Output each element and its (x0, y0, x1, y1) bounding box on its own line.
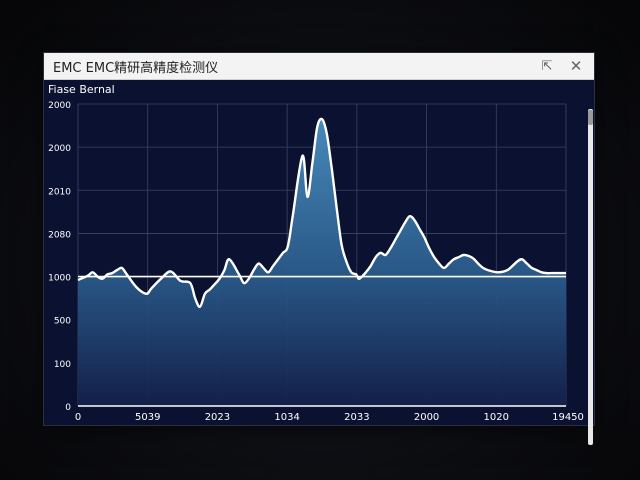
x-tick-label: 1034 (274, 412, 299, 423)
y-tick-label: 100 (54, 360, 71, 370)
area-fill (78, 118, 566, 406)
x-tick-label: 0 (75, 412, 81, 423)
y-tick-label: 2000 (48, 101, 71, 111)
x-tick-label: 5039 (135, 412, 160, 423)
y-tick-label: 500 (54, 317, 71, 327)
window-title: EMC EMC精研高精度检测仪 (53, 60, 219, 76)
chart-title: Fiase Bernal (48, 83, 115, 96)
y-tick-label: 2000 (48, 144, 71, 154)
y-tick-label: 0 (65, 403, 71, 413)
x-tick-label: 2000 (414, 412, 439, 423)
area-chart: Fiase Bernal 0 100 500 1000 2080 2010 2000 2000… (48, 83, 584, 423)
x-tick-label: 19450 (552, 412, 584, 423)
title-bar[interactable]: EMC EMC精研高精度检测仪 ⇱ ✕ (44, 53, 594, 80)
x-tick-label: 1020 (484, 412, 509, 423)
plot-area: Fiase Bernal 0 100 500 1000 2080 2010 2000 2000… (44, 80, 594, 445)
vertical-scrollbar[interactable] (588, 109, 593, 445)
scrollbar-thumb[interactable] (588, 110, 593, 125)
y-tick-label: 2010 (48, 187, 71, 197)
close-icon[interactable]: ✕ (567, 57, 585, 75)
y-tick-label: 2080 (48, 230, 71, 240)
x-tick-label: 2023 (205, 412, 230, 423)
restore-icon[interactable]: ⇱ (538, 57, 556, 75)
y-tick-label: 1000 (48, 274, 71, 284)
x-tick-label: 2033 (344, 412, 369, 423)
chart-window: EMC EMC精研高精度检测仪 ⇱ ✕ Fiase Bernal 0 100 500… (44, 53, 594, 445)
